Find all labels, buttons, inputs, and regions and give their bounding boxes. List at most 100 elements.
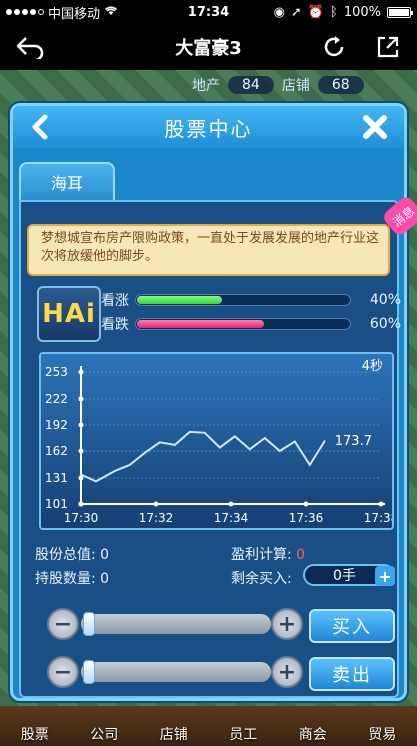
land-value: 84 bbox=[228, 76, 274, 94]
x-tick-label: 17:36 bbox=[289, 511, 324, 525]
refresh-icon[interactable] bbox=[318, 32, 350, 62]
y-tick-label: 222 bbox=[45, 392, 68, 406]
y-tick-dot bbox=[78, 369, 84, 375]
location-icon: ➚ bbox=[290, 4, 302, 20]
stock-chart-svg: 101 131 162 192 222 253 17:30 17:32 17:34 17:36 17… bbox=[45, 359, 392, 525]
price-point bbox=[114, 470, 116, 472]
page-title: 大富豪3 bbox=[175, 38, 242, 59]
price-point bbox=[174, 444, 176, 446]
lock-rotation-icon: ◉ bbox=[273, 4, 285, 20]
dialog-close-icon[interactable] bbox=[360, 112, 390, 142]
x-tick-dot bbox=[378, 501, 384, 507]
y-tick-label: 131 bbox=[45, 471, 68, 485]
bullish-bar bbox=[135, 294, 351, 306]
price-point bbox=[129, 464, 131, 466]
bullish-row: 看涨 40% bbox=[101, 290, 401, 310]
total-value-label: 股份总值: bbox=[35, 547, 96, 563]
y-tick-label: 162 bbox=[45, 444, 68, 458]
profit-label: 盈利计算: bbox=[231, 547, 292, 563]
timer-label: 4秒 bbox=[362, 359, 383, 374]
buy-minus-button[interactable]: − bbox=[47, 608, 79, 640]
resource-bar: 地产 84 店铺 68 bbox=[150, 74, 412, 96]
stock-chart: 101 131 162 192 222 253 17:30 17:32 17:34 17:36 17… bbox=[39, 352, 394, 530]
price-point bbox=[219, 446, 221, 449]
total-value-amount: 0 bbox=[100, 547, 110, 563]
land-label: 地产 bbox=[192, 78, 220, 94]
signal-icon bbox=[6, 9, 44, 15]
news-message: 梦想城宣布房产限购政策，一直处于发展发展的地产行业这次将放缓他的脚步。 bbox=[27, 224, 390, 276]
bullish-percent: 40% bbox=[369, 292, 401, 308]
shop-label: 店铺 bbox=[281, 78, 310, 94]
price-point bbox=[234, 435, 236, 437]
nav-bar: 大富豪3 bbox=[0, 24, 417, 70]
battery-percent: 100% bbox=[343, 4, 381, 20]
tab-haier[interactable]: 海耳 bbox=[19, 162, 115, 200]
profit-amount: 0 bbox=[296, 547, 306, 563]
remaining-buy: 剩余买入: bbox=[231, 568, 292, 588]
price-point bbox=[279, 450, 281, 452]
x-tick-dot bbox=[303, 501, 309, 507]
total-value: 股份总值: 0 bbox=[35, 544, 109, 564]
bottom-nav-stock[interactable]: 股票 bbox=[21, 724, 49, 744]
price-point bbox=[159, 441, 161, 443]
price-point bbox=[294, 440, 296, 443]
x-tick-label: 17:30 bbox=[64, 511, 99, 525]
alarm-icon: ⏰ bbox=[307, 4, 325, 20]
buy-quantity-slider[interactable]: − + bbox=[47, 608, 309, 640]
y-tick-dot bbox=[78, 396, 84, 402]
bottom-nav-company[interactable]: 公司 bbox=[90, 724, 118, 744]
sell-minus-button[interactable]: − bbox=[47, 656, 79, 688]
price-point bbox=[264, 437, 266, 439]
holdings: 持股数量: 0 bbox=[35, 568, 109, 588]
share-icon[interactable] bbox=[372, 32, 404, 62]
holdings-label: 持股数量: bbox=[35, 571, 96, 587]
price-point bbox=[80, 473, 82, 476]
price-point bbox=[324, 440, 326, 442]
buy-slider-track[interactable] bbox=[81, 614, 271, 634]
sell-quantity-slider[interactable]: − + bbox=[47, 656, 309, 688]
buy-button[interactable]: 买入 bbox=[309, 609, 395, 643]
profit: 盈利计算: 0 bbox=[231, 544, 305, 564]
dialog-title: 股票中心 bbox=[164, 116, 253, 141]
price-point bbox=[249, 448, 251, 450]
sell-plus-button[interactable]: + bbox=[271, 656, 303, 688]
y-tick-label: 101 bbox=[45, 497, 68, 511]
y-tick-dot bbox=[78, 448, 84, 454]
x-tick-label: 17:38 bbox=[364, 511, 392, 525]
y-tick-label: 253 bbox=[45, 365, 68, 379]
price-point bbox=[309, 464, 311, 466]
price-point bbox=[204, 432, 206, 434]
x-tick-dot bbox=[78, 501, 84, 507]
current-price-label: 173.7 bbox=[335, 434, 372, 449]
back-icon[interactable] bbox=[14, 32, 46, 62]
stock-center-dialog: 股票中心 海耳 梦想城宣布房产限购政策，一直处于发展发展的地产行业这次将放缓他的… bbox=[10, 103, 417, 701]
bearish-percent: 60% bbox=[369, 316, 401, 332]
x-tick-label: 17:32 bbox=[139, 511, 174, 525]
sell-slider-thumb[interactable] bbox=[83, 660, 95, 684]
price-point bbox=[189, 431, 191, 433]
holdings-amount: 0 bbox=[100, 571, 110, 587]
bluetooth-icon: ᛒ bbox=[330, 4, 338, 20]
carrier-name: 中国移动 bbox=[48, 6, 101, 22]
bottom-nav-shop[interactable]: 店铺 bbox=[160, 724, 188, 744]
bullish-label: 看涨 bbox=[101, 293, 129, 309]
bottom-nav-staff[interactable]: 员工 bbox=[229, 724, 257, 744]
remaining-buy-plus-button[interactable]: + bbox=[375, 566, 395, 586]
bottom-nav: 股票 公司 店铺 员工 商会 贸易 bbox=[0, 706, 417, 746]
bearish-row: 看跌 60% bbox=[101, 314, 401, 334]
price-point bbox=[95, 480, 97, 483]
bearish-label: 看跌 bbox=[101, 317, 129, 333]
y-tick-dot bbox=[78, 422, 84, 428]
y-tick-label: 192 bbox=[45, 418, 68, 432]
sell-button[interactable]: 卖出 bbox=[309, 657, 395, 691]
buy-plus-button[interactable]: + bbox=[271, 608, 303, 640]
bottom-nav-chamber[interactable]: 商会 bbox=[299, 724, 327, 744]
buy-slider-thumb[interactable] bbox=[83, 612, 95, 636]
sell-slider-track[interactable] bbox=[81, 662, 271, 682]
company-logo: HAi bbox=[37, 286, 101, 342]
price-point bbox=[144, 452, 146, 454]
x-tick-label: 17:34 bbox=[214, 511, 249, 525]
dialog-back-icon[interactable] bbox=[27, 112, 55, 142]
bottom-nav-trade[interactable]: 贸易 bbox=[368, 724, 396, 744]
bearish-bar bbox=[135, 318, 351, 330]
